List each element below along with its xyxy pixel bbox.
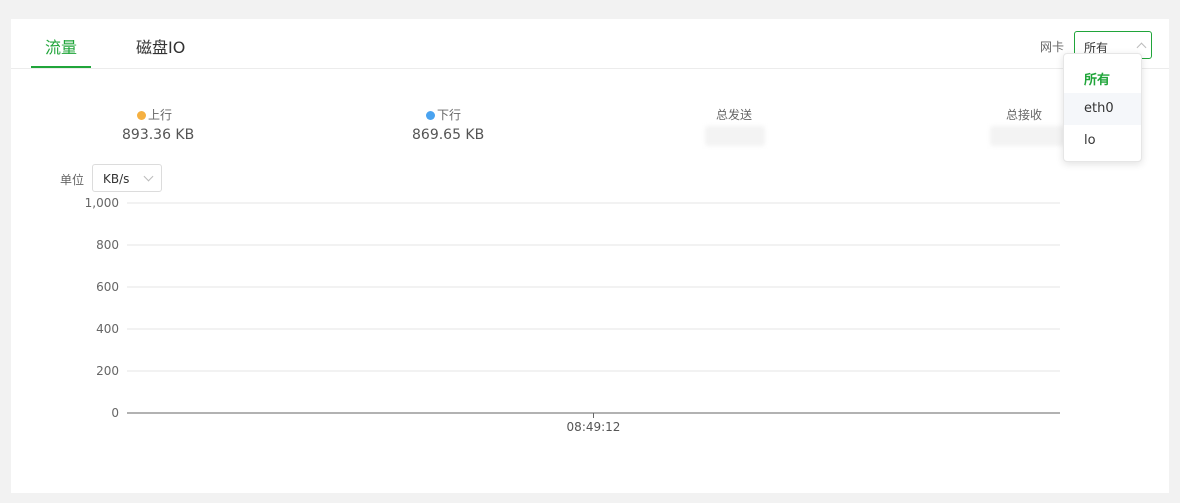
nic-option-lo[interactable]: lo: [1064, 125, 1141, 157]
y-tick-label: 800: [96, 238, 119, 252]
y-tick-label: 400: [96, 322, 119, 336]
y-tick-label: 0: [111, 406, 119, 420]
y-tick-label: 600: [96, 280, 119, 294]
nic-dropdown-menu: 所有 eth0 lo: [1063, 53, 1142, 162]
x-tick-label: 08:49:12: [567, 420, 621, 434]
nic-option-all[interactable]: 所有: [1064, 61, 1141, 93]
nic-option-eth0[interactable]: eth0: [1064, 93, 1141, 125]
y-tick-label: 1,000: [85, 196, 119, 210]
traffic-chart: 1,000 800 600 400 200 0 08:49:12: [85, 196, 1060, 434]
y-tick-label: 200: [96, 364, 119, 378]
traffic-panel: 流量 磁盘IO 网卡 所有 上行 893.36 KB 下行 869.65 KB …: [11, 19, 1169, 493]
